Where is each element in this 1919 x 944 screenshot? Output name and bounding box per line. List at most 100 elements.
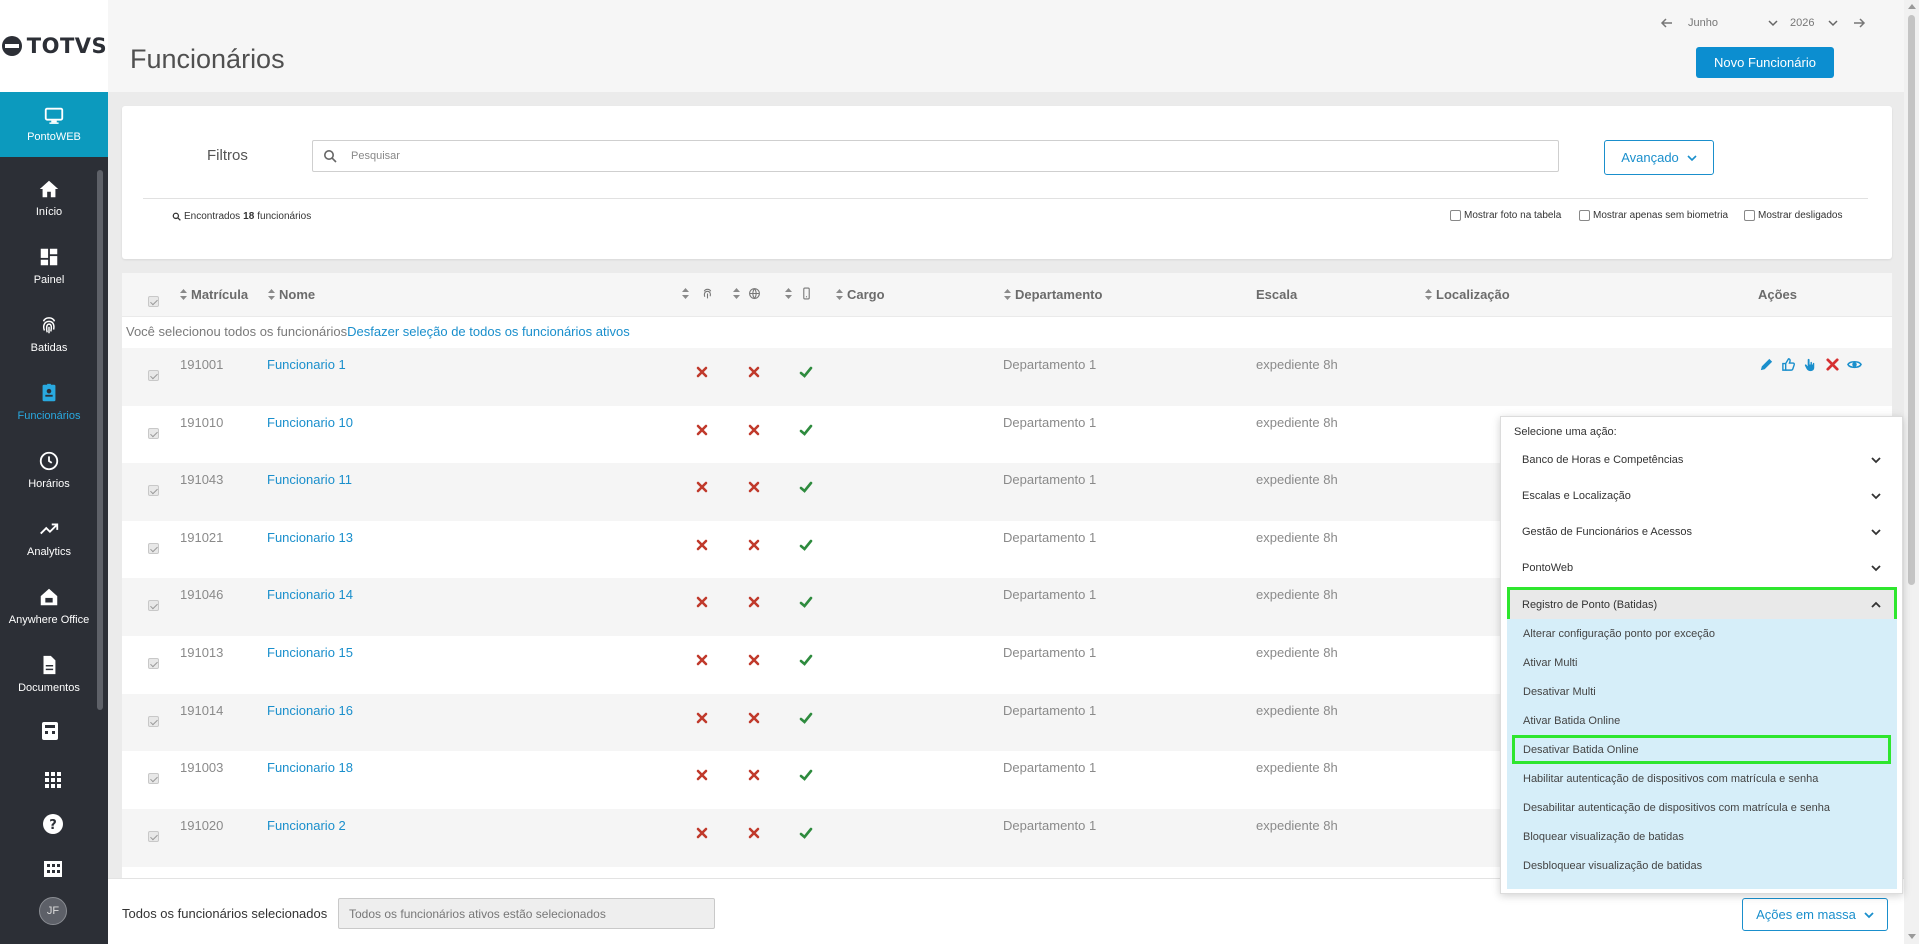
employee-name-link[interactable]: Funcionario 18: [267, 760, 353, 775]
search-input[interactable]: [351, 147, 1541, 165]
brand-name: TOTVS: [26, 34, 108, 58]
page-scrollbar[interactable]: [1904, 0, 1919, 944]
action-habilitar-autenticacao[interactable]: Habilitar autenticação de dispositivos c…: [1507, 764, 1897, 793]
advanced-filter-button[interactable]: Avançado: [1604, 140, 1714, 175]
action-alterar-ponto-excecao[interactable]: Alterar configuração ponto por exceção: [1507, 619, 1897, 648]
row-checkbox[interactable]: [148, 600, 159, 612]
column-localizacao[interactable]: Localização: [1425, 287, 1510, 302]
sidebar-scroll-thumb[interactable]: [97, 170, 103, 710]
row-checkbox[interactable]: [148, 542, 159, 554]
scroll-thumb[interactable]: [1908, 15, 1915, 585]
cell-departamento: Departamento 1: [1003, 357, 1097, 372]
divider: [143, 198, 1868, 199]
action-desativar-batida-online[interactable]: Desativar Batida Online: [1512, 735, 1891, 764]
sidebar-item-inicio[interactable]: Início: [0, 178, 98, 244]
scroll-up-arrow[interactable]: [1908, 4, 1916, 9]
biometry-missing-icon: [696, 827, 708, 839]
option-show-dismissed[interactable]: Mostrar desligados: [1744, 210, 1842, 221]
sort-icon: [180, 289, 187, 300]
employee-name-link[interactable]: Funcionario 2: [267, 818, 346, 833]
module-pontoweb[interactable]: PontoWEB: [0, 92, 108, 157]
sidebar-item-painel[interactable]: Painel: [0, 246, 98, 312]
employee-name-link[interactable]: Funcionario 16: [267, 703, 353, 718]
menu-group-escalas[interactable]: Escalas e Localização: [1507, 480, 1897, 512]
employee-name-link[interactable]: Funcionario 10: [267, 415, 353, 430]
help-icon[interactable]: ?: [41, 812, 65, 836]
brand-logo-area[interactable]: TOTVS: [0, 0, 108, 92]
employee-name-link[interactable]: Funcionario 13: [267, 530, 353, 545]
column-biometry[interactable]: [682, 287, 714, 300]
column-online[interactable]: [733, 287, 761, 300]
cell-matricula: 191003: [180, 760, 224, 776]
action-desativar-multi[interactable]: Desativar Multi: [1507, 677, 1897, 706]
year-select[interactable]: 2026: [1790, 17, 1838, 29]
sidebar-item-horarios[interactable]: Horários: [0, 450, 98, 516]
menu-group-pontoweb[interactable]: PontoWeb: [1507, 552, 1897, 584]
option-show-photo[interactable]: Mostrar foto na tabela: [1450, 210, 1561, 221]
sidebar-item-anywhere-office[interactable]: Anywhere Office: [0, 586, 98, 652]
row-checkbox[interactable]: [148, 485, 159, 497]
row-checkbox[interactable]: [148, 658, 159, 669]
employee-name-link[interactable]: Funcionario 11: [267, 472, 352, 487]
select-all-checkbox[interactable]: [148, 296, 159, 307]
sidebar-item-documentos[interactable]: Documentos: [0, 654, 98, 720]
arrow-right-icon[interactable]: [1852, 16, 1866, 30]
avatar[interactable]: JF: [39, 897, 67, 925]
row-checkbox[interactable]: [148, 370, 159, 381]
action-desabilitar-autenticacao[interactable]: Desabilitar autenticação de dispositivos…: [1507, 793, 1897, 822]
month-select[interactable]: Junho: [1688, 17, 1778, 29]
column-nome[interactable]: Nome: [268, 287, 315, 302]
action-desbloquear-visualizacao[interactable]: Desbloquear visualização de batidas: [1507, 851, 1897, 880]
row-checkbox[interactable]: [148, 830, 159, 842]
sidebar-item-label: Documentos: [18, 682, 80, 694]
undo-selection-link[interactable]: Desfazer seleção de todos os funcionário…: [347, 324, 630, 339]
sort-icon: [682, 288, 689, 299]
employee-name-link[interactable]: Funcionario 15: [267, 645, 353, 660]
checkbox[interactable]: [1744, 210, 1755, 221]
cell-departamento: Departamento 1: [1003, 414, 1097, 430]
column-matricula[interactable]: Matrícula: [180, 287, 248, 302]
column-mobile[interactable]: [785, 287, 813, 300]
hand-pointer-icon[interactable]: [1803, 357, 1818, 372]
row-checkbox[interactable]: [148, 427, 159, 439]
apps-grid-icon[interactable]: [41, 768, 65, 792]
column-cargo[interactable]: Cargo: [836, 287, 885, 302]
online-disabled-icon: [748, 654, 760, 666]
edit-pencil-icon[interactable]: [1759, 357, 1774, 372]
row-checkbox[interactable]: [148, 773, 159, 785]
row-checkbox[interactable]: [148, 715, 159, 727]
cell-escala: expediente 8h: [1256, 414, 1338, 430]
search-field[interactable]: [312, 140, 1559, 172]
checkbox[interactable]: [1579, 210, 1590, 221]
company-building-icon[interactable]: [41, 856, 65, 880]
checkbox[interactable]: [1450, 210, 1461, 221]
new-employee-button[interactable]: Novo Funcionário: [1696, 47, 1834, 78]
menu-group-banco-de-horas[interactable]: Banco de Horas e Competências: [1507, 444, 1897, 476]
menu-group-gestao[interactable]: Gestão de Funcionários e Acessos: [1507, 516, 1897, 548]
chevron-up-icon: [1871, 601, 1881, 608]
table-row[interactable]: 191001 Funcionario 1 Departamento 1 expe…: [122, 348, 1892, 406]
employee-name-link[interactable]: Funcionario 14: [267, 587, 353, 602]
sidebar-item-analytics[interactable]: Analytics: [0, 518, 98, 584]
sort-icon: [1004, 289, 1011, 300]
option-label: Mostrar apenas sem biometria: [1593, 210, 1729, 221]
delete-x-icon[interactable]: [1825, 357, 1840, 372]
scroll-down-arrow[interactable]: [1908, 934, 1916, 939]
biometry-missing-icon: [696, 366, 708, 378]
action-ativar-multi[interactable]: Ativar Multi: [1507, 648, 1897, 677]
option-without-biometry[interactable]: Mostrar apenas sem biometria: [1579, 210, 1728, 221]
sidebar-item-funcionarios[interactable]: Funcionários: [0, 382, 98, 448]
sidebar-item-batidas[interactable]: Batidas: [0, 314, 98, 380]
employee-name-link[interactable]: Funcionario 1: [267, 357, 346, 372]
calculator-icon[interactable]: [38, 719, 62, 743]
selection-label: Todos os funcionários selecionados: [122, 906, 328, 921]
action-bloquear-visualizacao[interactable]: Bloquear visualização de batidas: [1507, 822, 1897, 851]
column-departamento[interactable]: Departamento: [1004, 287, 1102, 302]
sort-icon: [733, 288, 740, 299]
arrow-left-icon[interactable]: [1660, 16, 1674, 30]
thumbs-up-icon[interactable]: [1781, 357, 1796, 372]
menu-group-registro-de-ponto[interactable]: Registro de Ponto (Batidas): [1507, 587, 1897, 622]
view-eye-icon[interactable]: [1847, 357, 1862, 372]
action-ativar-batida-online[interactable]: Ativar Batida Online: [1507, 706, 1897, 735]
mass-actions-button[interactable]: Ações em massa: [1742, 898, 1888, 931]
